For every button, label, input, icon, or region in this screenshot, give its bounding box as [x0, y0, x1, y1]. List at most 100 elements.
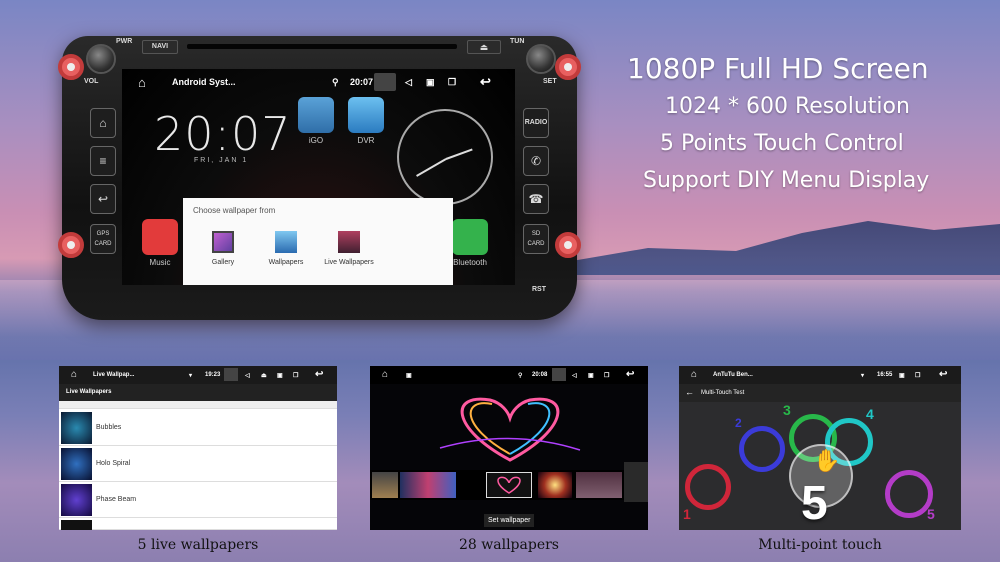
heart-thumb-art [497, 476, 521, 494]
home-icon[interactable]: ⌂ [71, 369, 77, 380]
volume-icon[interactable]: ◁ [405, 77, 412, 88]
list-item-thumbnail [61, 520, 92, 530]
gps-card-slot[interactable]: GPS CARD [90, 224, 116, 254]
set-wallpaper-button[interactable]: Set wallpaper [484, 514, 535, 527]
app-music[interactable]: Music [142, 219, 178, 267]
clock-minute-hand [416, 158, 447, 177]
app-music-label: Music [149, 258, 171, 267]
list-item[interactable]: Bubbles [59, 410, 337, 446]
call-hard-button[interactable]: ✆ [523, 146, 549, 176]
pwr-label: PWR [116, 38, 133, 45]
bubbles-thumbnail [61, 412, 92, 444]
background-mountains [560, 221, 1000, 275]
tun-label: TUN [510, 38, 525, 45]
list-item[interactable]: Phase Beam [59, 482, 337, 518]
dialog-title: Choose wallpaper from [193, 206, 276, 215]
strip-scroll-handle[interactable] [624, 462, 648, 502]
wallpaper-chooser-dialog: Choose wallpaper from Gallery Wallpapers… [183, 198, 453, 285]
volume-knob[interactable] [86, 44, 116, 74]
panel2-status-bar: ⌂ ▣ ⚲ 20:08 ◁ ▣ ❐ ↩ [370, 366, 648, 384]
location-icon: ⚲ [332, 77, 339, 87]
home-icon[interactable]: ⌂ [691, 369, 697, 380]
feature-2: 1024 * 600 Resolution [665, 94, 910, 119]
app-dvr[interactable]: DVR [348, 97, 384, 145]
panel3-header-bar: ← Multi-Touch Test [679, 384, 961, 402]
back-icon[interactable]: ↩ [480, 74, 491, 90]
radio-hard-button[interactable]: RADIO [523, 108, 549, 138]
tune-knob[interactable] [526, 44, 556, 74]
recent-apps-icon[interactable]: ❐ [604, 372, 609, 379]
hand-icon: ✋ [813, 448, 841, 473]
panel-multi-touch: ⌂ AnTuTu Ben... ▾ 16:55 ▣ ❐ ↩ ← Multi-To… [679, 366, 961, 530]
heart-wallpaper-art [439, 397, 581, 462]
gallery-status-icon[interactable]: ▣ [277, 372, 283, 379]
hangup-icon: ☎ [528, 192, 544, 206]
touch-label-2: 2 [735, 416, 742, 430]
back-arrow-icon[interactable]: ← [685, 387, 694, 397]
back-icon[interactable]: ↩ [626, 369, 634, 380]
wallpaper-thumb[interactable] [538, 472, 572, 498]
volume-icon[interactable]: ◁ [245, 372, 250, 379]
wallpaper-thumb-selected[interactable] [486, 472, 532, 498]
back-icon: ↩ [97, 192, 109, 206]
wallpaper-thumb[interactable] [400, 472, 456, 498]
screenshot-icon[interactable] [552, 368, 566, 381]
wallpaper-preview [410, 388, 610, 468]
home-hard-button[interactable]: ⌂ [90, 108, 116, 138]
mount-ring-bottom-right [555, 232, 581, 258]
status-bar: ⌂ Android Syst... ⚲ 20:07 ◁ ▣ ❐ ↩ [122, 69, 515, 97]
app-bluetooth-label: Bluetooth [453, 258, 487, 267]
panel3-header: Multi-Touch Test [701, 390, 745, 396]
big-five-label: 5 [801, 477, 828, 530]
disc-slot [187, 44, 457, 49]
list-item-partial [59, 401, 337, 409]
screenshot-icon[interactable] [224, 368, 238, 381]
app-bluetooth[interactable]: Bluetooth [452, 219, 488, 267]
option-live-wallpapers[interactable]: Live Wallpapers [319, 231, 379, 266]
head-unit-screen: ⌂ Android Syst... ⚲ 20:07 ◁ ▣ ❐ ↩ 20:07 … [122, 69, 515, 285]
option-gallery[interactable]: Gallery [193, 231, 253, 266]
music-icon [142, 219, 178, 255]
sd-card-slot[interactable]: SD CARD [523, 224, 549, 254]
touch-label-5: 5 [927, 506, 935, 522]
list-item[interactable]: Holo Spiral [59, 446, 337, 482]
back-icon[interactable]: ↩ [939, 369, 947, 380]
gallery-icon [212, 231, 234, 253]
feature-3: 5 Points Touch Control [660, 131, 904, 156]
eject-button[interactable]: ⏏ [467, 40, 501, 54]
app-igo[interactable]: iGO [298, 97, 334, 145]
wifi-icon: ▾ [861, 373, 865, 379]
recent-apps-icon[interactable]: ❐ [448, 77, 456, 88]
igo-icon [298, 97, 334, 133]
gallery-status-icon[interactable]: ▣ [899, 372, 905, 379]
panel1-header: Live Wallpapers [59, 384, 337, 401]
panel3-status-title: AnTuTu Ben... [713, 372, 753, 378]
menu-hard-button[interactable]: ≡ [90, 146, 116, 176]
back-icon[interactable]: ↩ [315, 369, 323, 380]
caption-multi-touch: Multi-point touch [758, 537, 882, 553]
recent-apps-icon[interactable]: ❐ [915, 372, 920, 379]
home-icon[interactable]: ⌂ [382, 369, 388, 380]
option-wallpapers[interactable]: Wallpapers [256, 231, 316, 266]
wallpaper-thumb[interactable] [576, 472, 622, 498]
back-hard-button[interactable]: ↩ [90, 184, 116, 214]
hangup-hard-button[interactable]: ☎ [523, 184, 549, 214]
gallery-status-icon[interactable]: ▣ [588, 372, 594, 379]
eject-icon[interactable]: ⏏ [261, 372, 267, 379]
caption-live-wallpapers: 5 live wallpapers [137, 537, 259, 553]
recent-apps-icon[interactable]: ❐ [293, 372, 298, 379]
navi-button[interactable]: NAVI [142, 40, 178, 54]
wallpaper-thumb[interactable] [372, 472, 398, 498]
phone-icon: ✆ [530, 154, 542, 168]
location-icon: ⚲ [518, 373, 523, 379]
home-icon[interactable]: ⌂ [138, 75, 146, 90]
volume-icon[interactable]: ◁ [572, 372, 577, 379]
list-item-label: Phase Beam [96, 496, 137, 503]
mount-ring-bottom-left [58, 232, 84, 258]
screenshot-icon[interactable] [374, 73, 396, 91]
touch-label-1: 1 [683, 506, 691, 522]
mount-ring-top-left [58, 54, 84, 80]
panel1-status-bar: ⌂ Live Wallpap... ▾ 19:23 ◁ ⏏ ▣ ❐ ↩ [59, 366, 337, 384]
gallery-status-icon[interactable]: ▣ [426, 77, 435, 88]
caption-wallpapers: 28 wallpapers [459, 537, 559, 553]
